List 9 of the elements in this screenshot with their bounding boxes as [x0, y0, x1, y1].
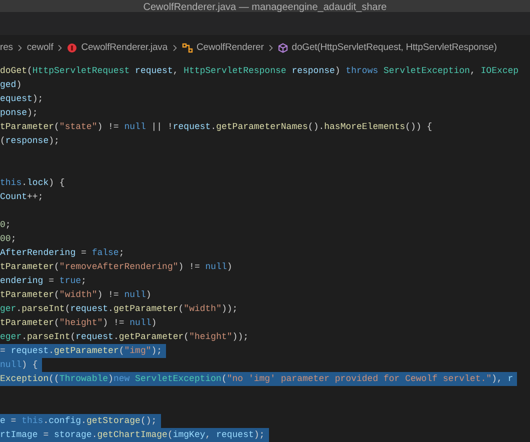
window-title: CewolfRenderer.java — manageengine_adaudit_share	[143, 2, 387, 12]
breadcrumb-item[interactable]: CewolfRenderer.java	[67, 41, 168, 56]
java-file-icon	[67, 43, 78, 54]
breadcrumb-item[interactable]: res	[0, 41, 13, 56]
cube-icon	[278, 43, 288, 54]
breadcrumb-item[interactable]: cewolf	[26, 41, 54, 56]
breadcrumb-item[interactable]: CewolfRenderer	[182, 41, 264, 56]
breadcrumb-item[interactable]: doGet(HttpServletRequest, HttpServletResponse)	[278, 41, 497, 56]
class-icon	[182, 43, 193, 54]
